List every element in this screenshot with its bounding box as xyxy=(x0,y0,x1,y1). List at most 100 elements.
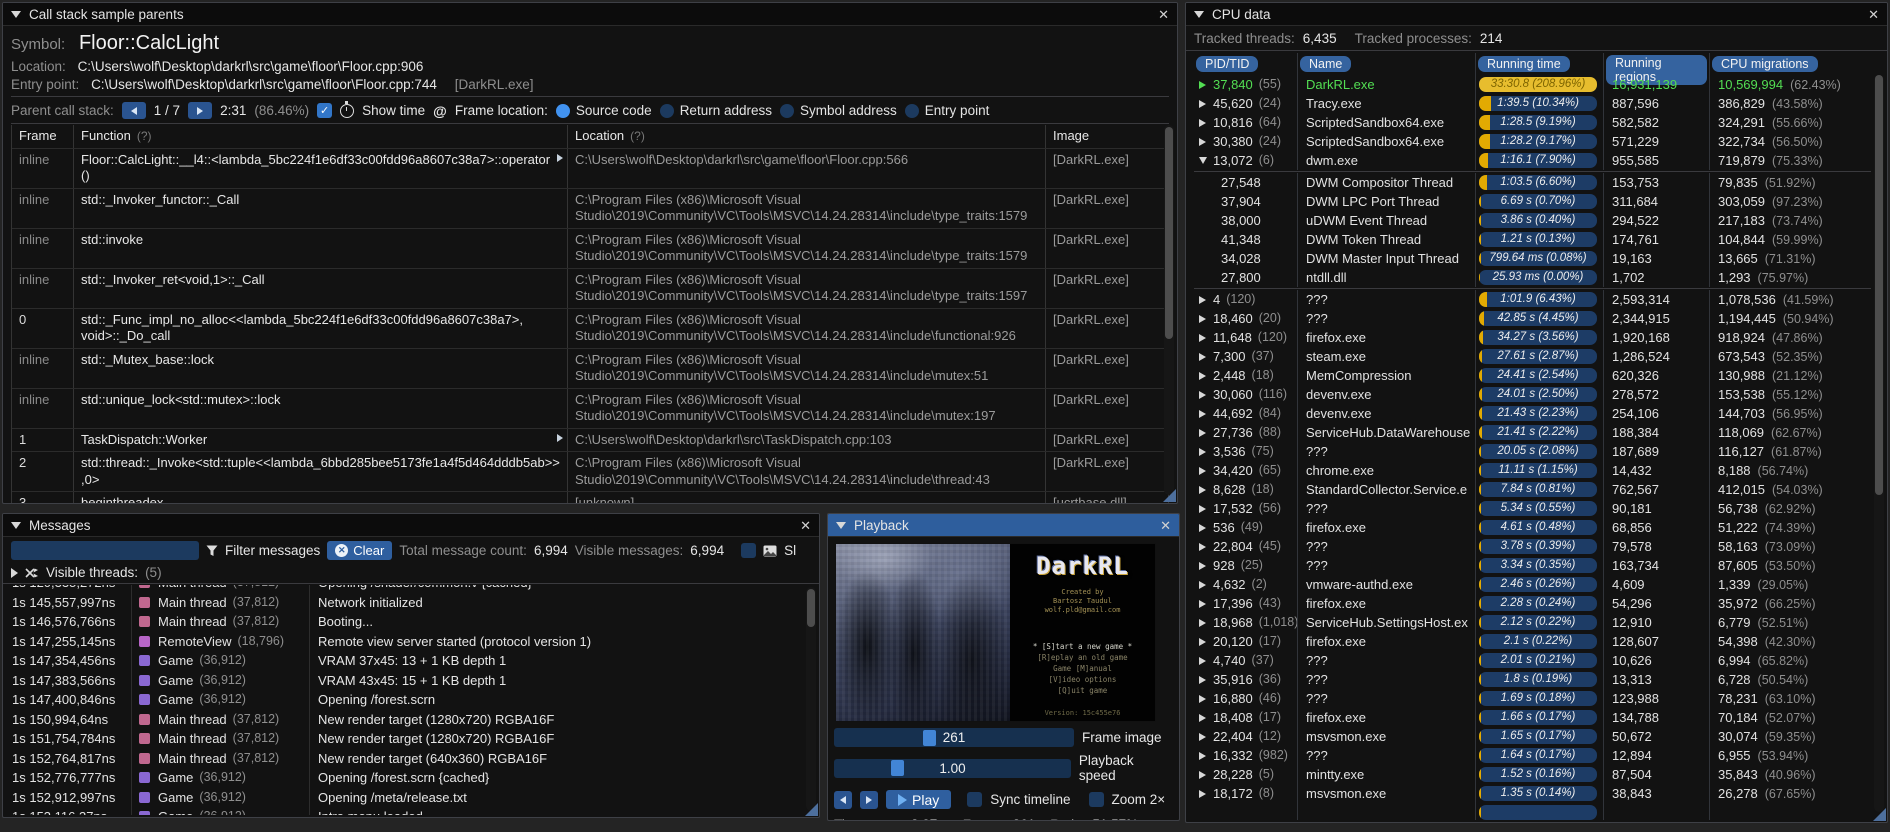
filter-input[interactable] xyxy=(11,541,199,560)
cpu-row[interactable]: 20,120 (17) firefox.exe 2.1 s (0.22%) 128,60… xyxy=(1194,632,1871,651)
function-cell[interactable]: beginthreadex xyxy=(74,492,568,503)
pid-cell[interactable]: 28,228 (5) xyxy=(1194,765,1298,784)
pid-cell[interactable]: 13,072 (6) xyxy=(1194,151,1298,170)
frame-image-slider[interactable]: 261 xyxy=(834,728,1074,747)
radio-symbol-address[interactable] xyxy=(780,103,794,118)
cpu-row[interactable]: 18,460 (20)??? 42.85 s (4.45%) 2,344,915 1,1… xyxy=(1194,309,1871,328)
next-parent-button[interactable] xyxy=(188,102,213,119)
header-pill[interactable]: Name xyxy=(1300,56,1352,72)
message-row[interactable]: 1s 147,400,846ns Game (36,912) Opening /for… xyxy=(5,690,803,710)
function-cell[interactable]: std::_Func_impl_no_alloc<<lambda_5bc224f… xyxy=(74,308,568,348)
cpu-row[interactable]: 16,880 (46)??? 1.69 s (0.18%) 123,988 78,231… xyxy=(1194,689,1871,708)
radio-entry-point[interactable] xyxy=(904,103,919,118)
expand-row-icon[interactable] xyxy=(1199,80,1206,89)
header-pill[interactable]: PID/TID xyxy=(1196,56,1259,72)
cpu-row[interactable]: 44,692 (84) devenv.exe 21.43 s (2.23%) 254,1… xyxy=(1194,404,1871,423)
goto-source-icon[interactable] xyxy=(557,153,563,162)
zoom-2x-checkbox[interactable] xyxy=(1088,792,1104,807)
goto-source-icon[interactable] xyxy=(557,433,563,442)
expand-row-icon[interactable] xyxy=(1199,732,1206,741)
message-row[interactable]: 1s 153,116,37ns Game (36,912) Intro menu lo… xyxy=(5,807,803,815)
resize-grip[interactable] xyxy=(1873,808,1886,821)
pid-cell[interactable]: 10,816 (64) xyxy=(1194,113,1298,132)
pid-cell[interactable]: 22,804 (45) xyxy=(1194,537,1298,556)
clear-button[interactable]: ✕ Clear xyxy=(327,541,393,560)
scrollbar-thumb[interactable] xyxy=(807,589,815,627)
pid-cell[interactable]: 536 (49) xyxy=(1194,518,1298,537)
pid-cell[interactable]: 16,880 (46) xyxy=(1194,689,1298,708)
prev-frame-button[interactable] xyxy=(834,790,852,809)
cpu-row[interactable]: 27,736 (88) ServiceHub.DataWarehouse 21.41 … xyxy=(1194,423,1871,442)
expand-row-icon[interactable] xyxy=(1199,580,1206,589)
cpu-row[interactable]: 35,916 (36)??? 1.8 s (0.19%) 13,313 6,728 (50… xyxy=(1194,670,1871,689)
scrollbar[interactable] xyxy=(1874,75,1884,812)
pid-cell[interactable]: 4 (120) xyxy=(1194,290,1298,309)
expand-row-icon[interactable] xyxy=(1199,618,1206,627)
cpu-row[interactable]: 536 (49) firefox.exe 4.61 s (0.48%) 68,856 51… xyxy=(1194,518,1871,537)
play-button[interactable]: Play xyxy=(886,790,952,809)
pid-cell[interactable]: 7,300 (37) xyxy=(1194,347,1298,366)
cpu-row[interactable]: 37,904 DWM LPC Port Thread 6.69 s (0.70%) 3… xyxy=(1194,192,1871,211)
expand-row-icon[interactable] xyxy=(1199,713,1206,722)
pid-cell[interactable]: 928 (25) xyxy=(1194,556,1298,575)
collapse-icon[interactable] xyxy=(1194,10,1204,18)
scrollbar[interactable] xyxy=(1164,125,1174,495)
expand-row-icon[interactable] xyxy=(1199,770,1206,779)
close-icon[interactable]: ✕ xyxy=(1868,8,1879,21)
cpu-row[interactable]: 34,028 DWM Master Input Thread 799.64 ms (… xyxy=(1194,249,1871,268)
cpu-row[interactable]: 3,536 (75)??? 20.05 s (2.08%) 187,689 116,12… xyxy=(1194,442,1871,461)
cpu-row[interactable]: 22,804 (45)??? 3.78 s (0.39%) 79,578 58,163 (… xyxy=(1194,537,1871,556)
function-cell[interactable]: std::unique_lock<std::mutex>::lock xyxy=(74,388,568,428)
expand-row-icon[interactable] xyxy=(1199,447,1206,456)
cpu-row[interactable]: 13,072 (6) dwm.exe 1:16.1 (7.90%) 955,585 719… xyxy=(1194,151,1871,170)
cpu-row[interactable]: 22,404 (12) msvsmon.exe 1.65 s (0.17%) 50,67… xyxy=(1194,727,1871,746)
cpu-row[interactable]: 45,620 (24) Tracy.exe 1:39.5 (10.34%) 887,59… xyxy=(1194,94,1871,113)
expand-row-icon[interactable] xyxy=(1199,118,1206,127)
expand-row-icon[interactable] xyxy=(1199,637,1206,646)
expand-row-icon[interactable] xyxy=(1199,409,1206,418)
radio-source-code[interactable] xyxy=(555,103,570,118)
expand-row-icon[interactable] xyxy=(1199,99,1206,108)
expand-row-icon[interactable] xyxy=(1199,599,1206,608)
header-pill[interactable]: Running time xyxy=(1478,56,1570,72)
collapse-icon[interactable] xyxy=(11,10,21,18)
pid-cell[interactable]: 37,840 (55) xyxy=(1194,75,1298,94)
cpu-row[interactable]: 18,408 (17) firefox.exe 1.66 s (0.17%) 134,7… xyxy=(1194,708,1871,727)
expand-row-icon[interactable] xyxy=(1199,656,1206,665)
pid-cell[interactable]: 18,460 (20) xyxy=(1194,309,1298,328)
next-frame-button[interactable] xyxy=(860,790,878,809)
pid-cell[interactable]: 17,396 (43) xyxy=(1194,594,1298,613)
message-row[interactable]: 1s 151,754,784ns Main thread (37,812) New r… xyxy=(5,729,803,749)
expand-row-icon[interactable] xyxy=(1199,314,1206,323)
function-cell[interactable]: std::_Invoker_ret<void,1>::_Call xyxy=(74,268,568,308)
scrollbar[interactable] xyxy=(806,587,816,811)
expand-row-icon[interactable] xyxy=(1199,542,1206,551)
resize-grip[interactable] xyxy=(1163,489,1176,502)
message-row[interactable]: 1s 152,776,777ns Game (36,912) Opening /for… xyxy=(5,768,803,788)
cpu-row[interactable]: 4,740 (37)??? 2.01 s (0.21%) 10,626 6,994 (65… xyxy=(1194,651,1871,670)
expand-row-icon[interactable] xyxy=(1199,675,1206,684)
show-time-checkbox[interactable]: ✓ xyxy=(317,103,333,118)
prev-parent-button[interactable] xyxy=(121,102,146,119)
expand-row-icon[interactable] xyxy=(1199,694,1206,703)
collapse-row-icon[interactable] xyxy=(1199,157,1207,164)
function-cell[interactable]: std::_Mutex_base::lock xyxy=(74,348,568,388)
expand-row-icon[interactable] xyxy=(1199,295,1206,304)
function-cell[interactable]: std::thread::_Invoke<std::tuple<<lambda_… xyxy=(74,452,568,491)
cpu-row[interactable]: 27,548 DWM Compositor Thread 1:03.5 (6.60%… xyxy=(1194,173,1871,192)
scrollbar-thumb[interactable] xyxy=(1875,75,1883,495)
pid-cell[interactable]: 20,120 (17) xyxy=(1194,632,1298,651)
cpu-row[interactable]: 27,800 ntdll.dll 25.93 ms (0.00%) 1,702 1,29… xyxy=(1194,268,1871,287)
message-row[interactable]: 1s 120,335,272ns Main thread (37,812) Openi… xyxy=(5,585,803,593)
cpu-row[interactable]: 7,300 (37) steam.exe 27.61 s (2.87%) 1,286,5… xyxy=(1194,347,1871,366)
function-cell[interactable]: std::_Invoker_functor::_Call xyxy=(74,188,568,228)
pid-cell[interactable]: 16,332 (982) xyxy=(1194,746,1298,765)
message-row[interactable]: 1s 147,383,566ns Game (36,912) VRAM 43x45: … xyxy=(5,670,803,690)
message-row[interactable]: 1s 152,912,997ns Game (36,912) Opening /met… xyxy=(5,787,803,807)
cpu-row[interactable]: 38,000 uDWM Event Thread 3.86 s (0.40%) 294… xyxy=(1194,211,1871,230)
pid-cell[interactable]: 18,172 (8) xyxy=(1194,784,1298,803)
cpu-row[interactable]: 10,816 (64) ScriptedSandbox64.exe 1:28.5 (9… xyxy=(1194,113,1871,132)
cpu-row[interactable]: 34,420 (65) chrome.exe 11.11 s (1.15%) 14,43… xyxy=(1194,461,1871,480)
cpu-row[interactable]: 4,632 (2) vmware-authd.exe 2.46 s (0.26%) 4,… xyxy=(1194,575,1871,594)
collapse-icon[interactable] xyxy=(11,521,21,529)
